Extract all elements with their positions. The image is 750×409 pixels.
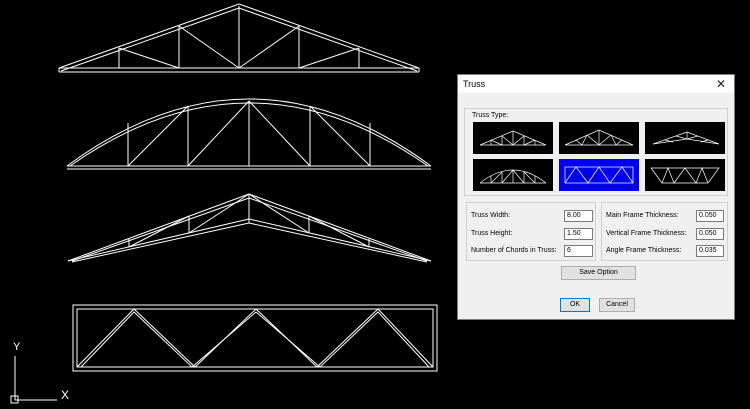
truss-width-input[interactable]: 8.00 <box>564 210 593 222</box>
truss-height-label: Truss Height: <box>471 230 513 237</box>
truss-type-arch[interactable] <box>473 159 553 191</box>
warren-truss-drawing <box>72 304 438 372</box>
truss-type-label: Truss Type: <box>472 112 509 119</box>
num-chords-input[interactable]: 6 <box>564 245 593 257</box>
cancel-button[interactable]: Cancel <box>599 298 635 312</box>
truss-width-label: Truss Width: <box>471 212 511 219</box>
ucs-x-label: X <box>61 388 70 402</box>
arch-truss-icon <box>479 169 547 184</box>
roof-truss-drawing <box>58 3 420 73</box>
truss-height-input[interactable]: 1.50 <box>564 228 593 240</box>
angle-frame-thickness-label: Angle Frame Thickness: <box>606 247 682 254</box>
ucs-axis-icon <box>10 356 57 404</box>
pratt-truss-icon <box>650 167 720 184</box>
truss-type-fink[interactable] <box>559 122 639 154</box>
close-icon[interactable]: ✕ <box>708 75 734 93</box>
howe-truss-icon <box>479 130 547 146</box>
scissor-truss-drawing <box>67 193 432 263</box>
fink-truss-icon <box>564 129 634 146</box>
truss-type-warren-selected[interactable] <box>559 159 639 191</box>
warren-truss-icon <box>564 166 634 184</box>
angle-frame-thickness-input[interactable]: 0.035 <box>696 245 724 257</box>
ok-button[interactable]: OK <box>560 298 590 312</box>
truss-type-pratt[interactable] <box>645 159 725 191</box>
arch-truss-drawing <box>66 98 432 170</box>
ucs-y-label: Y <box>13 341 21 353</box>
main-frame-thickness-input[interactable]: 0.050 <box>696 210 724 222</box>
main-frame-thickness-label: Main Frame Thickness: <box>606 212 679 219</box>
save-option-button[interactable]: Save Option <box>561 266 636 280</box>
truss-type-scissor[interactable] <box>645 122 725 154</box>
dialog-title: Truss <box>463 79 486 89</box>
num-chords-label: Number of Chords in Truss: <box>471 247 557 254</box>
truss-dialog: Truss ✕ Truss Type: Truss Width: 8.00 Tr… <box>457 74 735 320</box>
vertical-frame-thickness-input[interactable]: 0.050 <box>696 228 724 240</box>
dialog-titlebar[interactable]: Truss ✕ <box>458 75 734 93</box>
vertical-frame-thickness-label: Vertical Frame Thickness: <box>606 230 687 237</box>
scissor-truss-icon <box>652 131 720 145</box>
truss-type-howe[interactable] <box>473 122 553 154</box>
